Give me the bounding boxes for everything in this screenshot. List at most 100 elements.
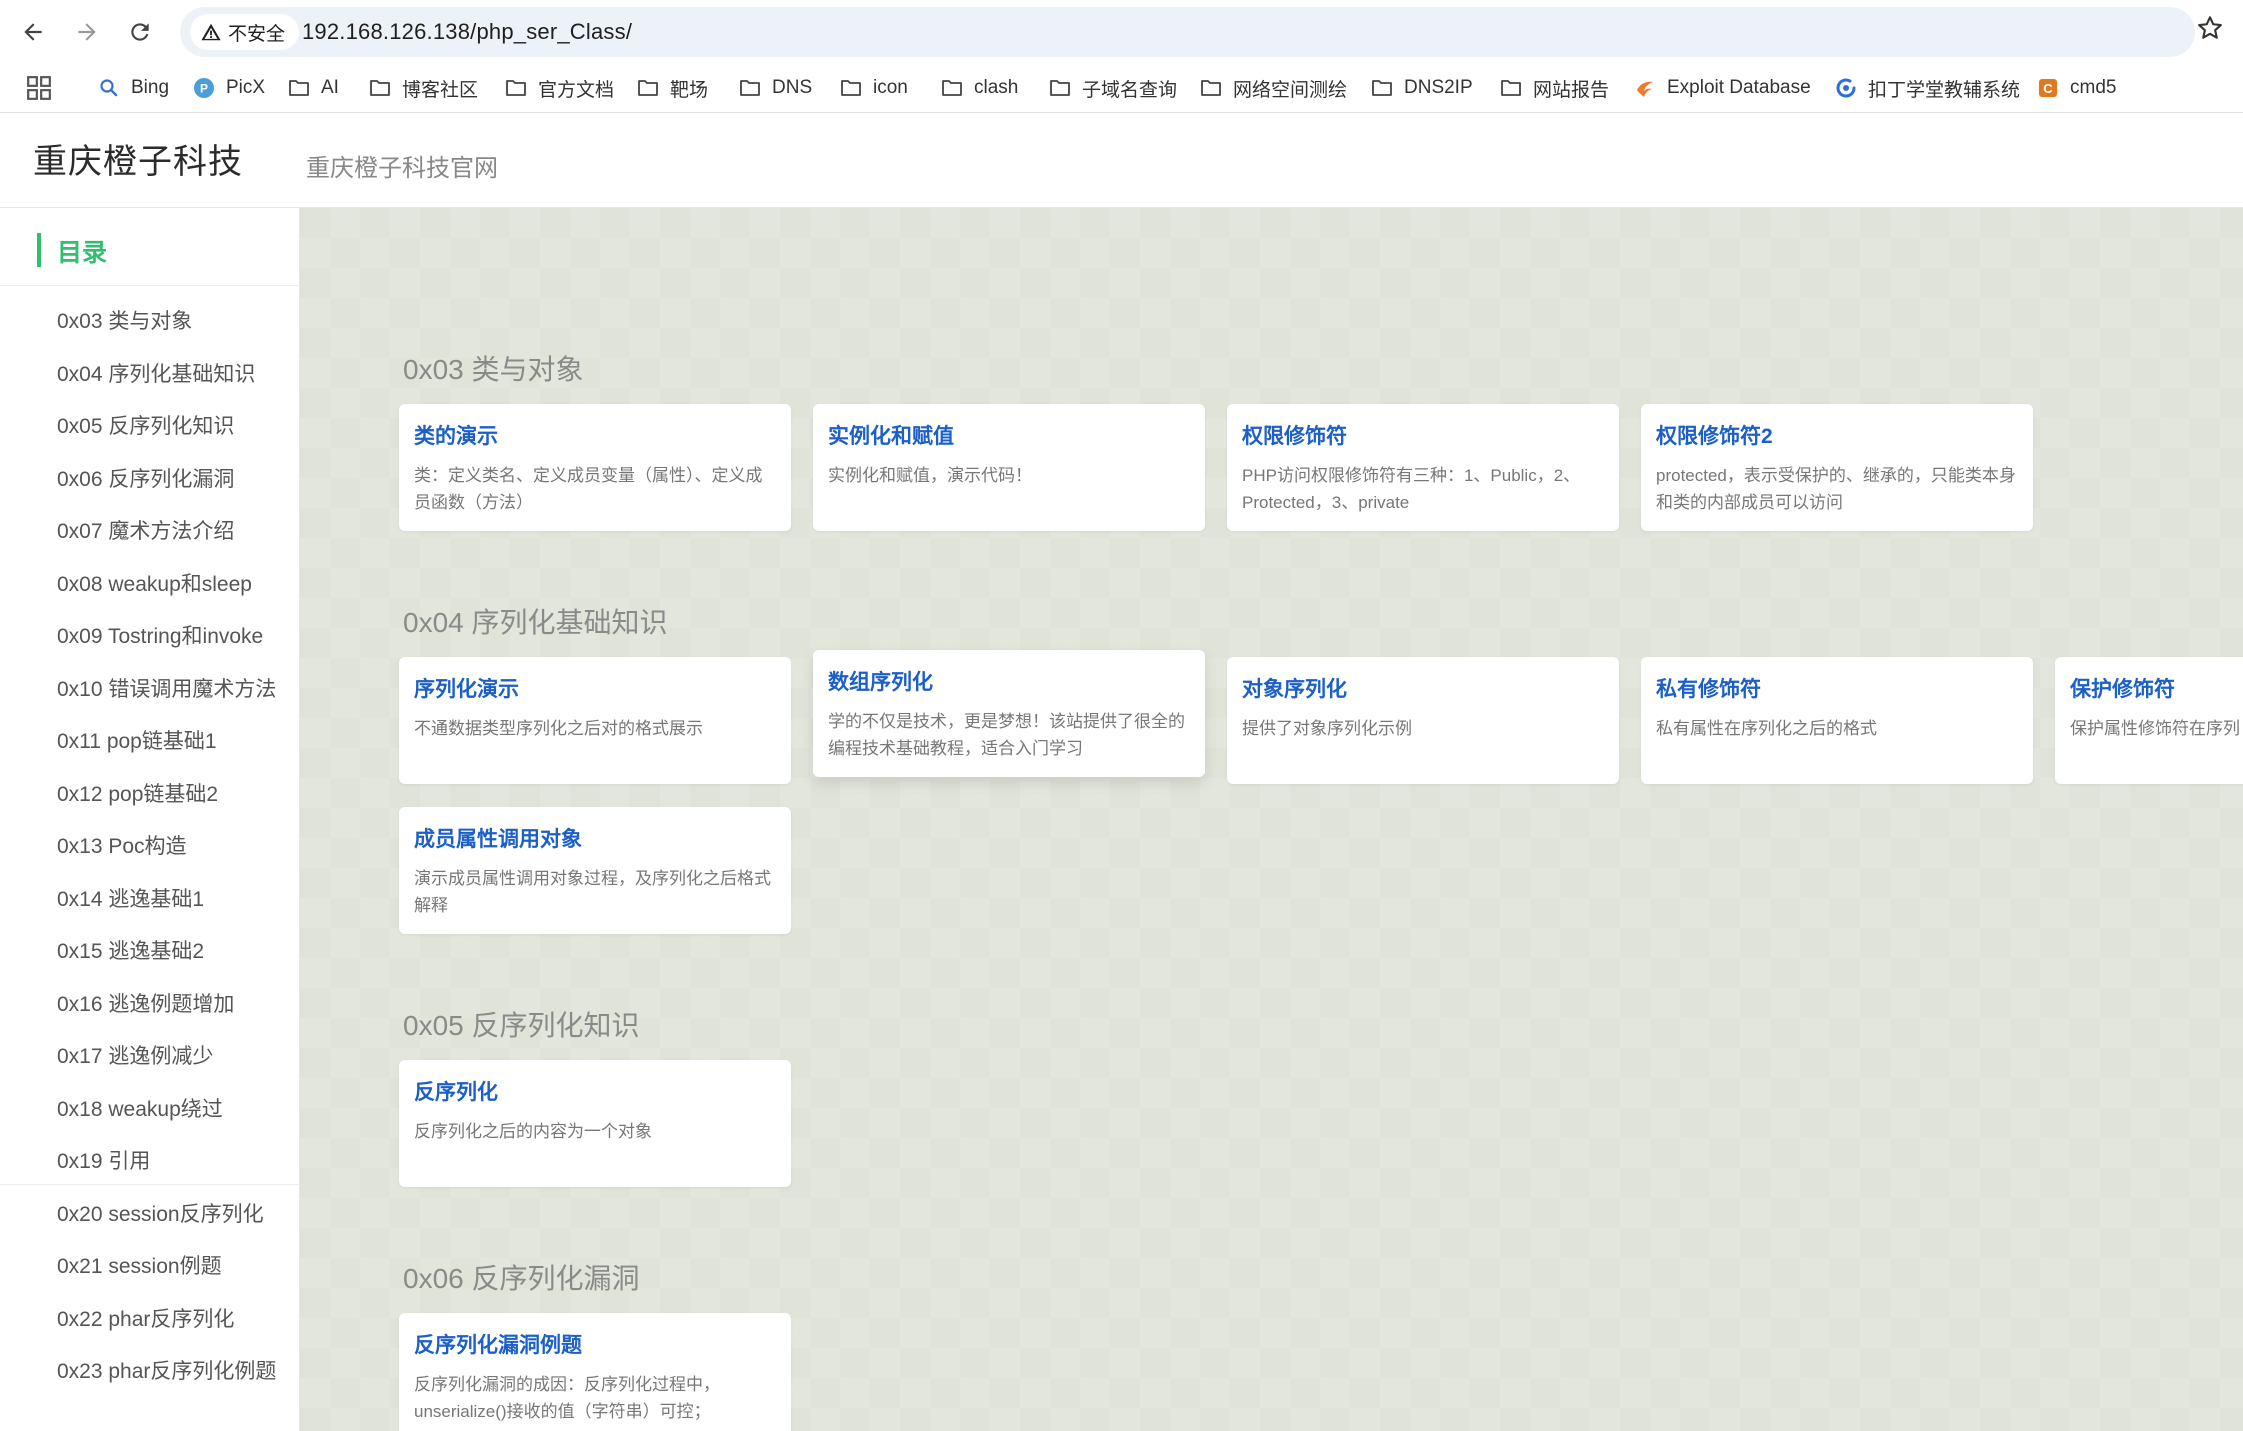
article-card[interactable]: 对象序列化 提供了对象序列化示例: [1227, 657, 1619, 784]
card-title[interactable]: 权限修饰符: [1242, 420, 1347, 450]
toc-item[interactable]: 0x16 逃逸例题增加: [57, 988, 234, 1018]
article-card[interactable]: 实例化和赋值实例化和赋值，演示代码！: [813, 404, 1205, 531]
toc-item[interactable]: 0x09 Tostring和invoke: [57, 620, 263, 650]
warning-icon: [201, 23, 221, 41]
card-description: 实例化和赋值，演示代码！: [828, 466, 1032, 485]
toc-item[interactable]: 0x10 错误调用魔术方法: [57, 673, 276, 703]
cmd5-icon: C: [2036, 76, 2060, 100]
toc-item[interactable]: 0x03 类与对象: [57, 305, 192, 335]
section-title: 0x03 类与对象: [403, 354, 584, 385]
article-card[interactable]: 私有修饰符私有属性在序列化之后的格式: [1641, 657, 2033, 784]
toc-item[interactable]: 0x23 phar反序列化例题: [57, 1355, 276, 1385]
card-title[interactable]: 权限修饰符2: [1656, 420, 1773, 450]
toc-accent-bar: [37, 233, 41, 267]
folder-icon: [504, 76, 528, 100]
toc-item[interactable]: 0x08 weakup和sleep: [57, 568, 252, 598]
card-title[interactable]: 成员属性调用对象: [414, 823, 582, 853]
bookmark-item[interactable]: DNS: [738, 63, 812, 113]
toc-item[interactable]: 0x14 逃逸基础1: [57, 883, 204, 913]
toc-item[interactable]: 0x19 引用: [57, 1145, 150, 1175]
toc-item[interactable]: 0x15 逃逸基础2: [57, 935, 204, 965]
apps-grid-icon[interactable]: [26, 75, 52, 101]
card-description: 学的不仅是技术，更是梦想！该站提供了很全的编程技术基础教程，适合入门学习: [828, 712, 1185, 758]
article-card[interactable]: 权限修饰符2 protected，表示受保护的、继承的，只能类本身和类的内部成员可…: [1641, 404, 2033, 531]
card-description: PHP访问权限修饰符有三种：1、Public，2、Protected，3、pri…: [1242, 466, 1581, 512]
bookmark-item[interactable]: 靶场: [636, 63, 708, 113]
site-tagline[interactable]: 重庆橙子科技官网: [306, 148, 498, 183]
forward-button[interactable]: [67, 12, 107, 52]
search-icon: [97, 76, 121, 100]
section-title: 0x05 反序列化知识: [403, 1010, 640, 1041]
card-title[interactable]: 对象序列化: [1242, 673, 1347, 703]
bookmark-item[interactable]: Exploit Database: [1633, 63, 1811, 113]
bookmark-item[interactable]: DNS2IP: [1370, 63, 1473, 113]
bookmark-item[interactable]: Ccmd5: [2036, 63, 2116, 113]
bookmark-label: 子域名查询: [1082, 79, 1178, 101]
folder-icon: [1199, 76, 1223, 100]
reload-button[interactable]: [120, 12, 160, 52]
card-description: 类：定义类名、定义成员变量（属性）、定义成员函数（方法）: [414, 466, 763, 512]
toc-title: 目录: [57, 239, 108, 267]
card-title[interactable]: 私有修饰符: [1656, 673, 1761, 703]
star-icon: [2198, 16, 2222, 39]
bookmark-item[interactable]: clash: [940, 63, 1018, 113]
toc-sidebar: 目录 0x03 类与对象 0x04 序列化基础知识 0x05 反序列化知识 0x06 …: [0, 208, 300, 1431]
card-title[interactable]: 类的演示: [414, 420, 498, 450]
article-card[interactable]: 类的演示类：定义类名、定义成员变量（属性）、定义成员函数（方法）: [399, 404, 791, 531]
security-chip[interactable]: 不安全: [190, 14, 300, 50]
toc-item[interactable]: 0x07 魔术方法介绍: [57, 515, 234, 545]
article-card[interactable]: 反序列化漏洞例题 反序列化漏洞的成因：反序列化过程中，unserialize()接…: [399, 1313, 791, 1431]
toc-item[interactable]: 0x06 反序列化漏洞: [57, 463, 234, 493]
back-button[interactable]: [13, 12, 53, 52]
article-card[interactable]: 反序列化反序列化之后的内容为一个对象: [399, 1060, 791, 1187]
toc-item[interactable]: 0x21 session例题: [57, 1250, 222, 1280]
article-card[interactable]: 保护修饰符保护属性修饰符在序列: [2055, 657, 2243, 784]
reload-icon: [131, 23, 149, 41]
toc-item[interactable]: 0x22 phar反序列化: [57, 1303, 234, 1333]
toc-item[interactable]: 0x11 pop链基础1: [57, 725, 217, 755]
bookmark-star-button[interactable]: [2196, 14, 2230, 48]
bookmark-item[interactable]: 网站报告: [1499, 63, 1609, 113]
bookmark-item[interactable]: 扣丁学堂教辅系统: [1834, 63, 2020, 113]
article-card[interactable]: 成员属性调用对象 演示成员属性调用对象过程，及序列化之后格式解释: [399, 807, 791, 934]
browser-toolbar: 不安全 192.168.126.138/php_ser_Class/: [0, 0, 2243, 63]
bookmark-item[interactable]: icon: [839, 63, 908, 113]
toc-item[interactable]: 0x12 pop链基础2: [57, 778, 218, 808]
bookmark-item[interactable]: 博客社区: [368, 63, 478, 113]
section-title: 0x06 反序列化漏洞: [403, 1263, 640, 1294]
bookmark-item[interactable]: Bing: [97, 63, 169, 113]
card-title[interactable]: 数组序列化: [828, 666, 933, 696]
picx-icon: P: [192, 76, 216, 100]
toc-item[interactable]: 0x05 反序列化知识: [57, 410, 234, 440]
bookmark-label: Exploit Database: [1667, 77, 1811, 98]
card-title[interactable]: 保护修饰符: [2070, 673, 2175, 703]
bookmark-item[interactable]: 子域名查询: [1048, 63, 1177, 113]
toc-item[interactable]: 0x04 序列化基础知识: [57, 358, 255, 388]
bookmark-label: PicX: [226, 77, 266, 98]
card-description: 私有属性在序列化之后的格式: [1656, 719, 1877, 738]
address-bar[interactable]: 不安全 192.168.126.138/php_ser_Class/: [180, 7, 2195, 57]
article-card[interactable]: 权限修饰符 PHP访问权限修饰符有三种：1、Public，2、Protected，…: [1227, 404, 1619, 531]
bookmark-item[interactable]: 网络空间测绘: [1199, 63, 1347, 113]
toc-item[interactable]: 0x13 Poc构造: [57, 830, 187, 860]
card-description: protected，表示受保护的、继承的，只能类本身和类的内部成员可以访问: [1656, 466, 2016, 512]
card-title[interactable]: 实例化和赋值: [828, 420, 954, 450]
site-brand[interactable]: 重庆橙子科技: [33, 134, 243, 183]
toc-item[interactable]: 0x17 逃逸例减少: [57, 1040, 213, 1070]
bookmark-label: 官方文档: [538, 79, 615, 101]
card-title[interactable]: 反序列化: [414, 1076, 498, 1106]
card-description: 反序列化之后的内容为一个对象: [414, 1122, 652, 1141]
bookmark-item[interactable]: 官方文档: [504, 63, 614, 113]
card-description: 保护属性修饰符在序列: [2070, 719, 2240, 738]
bookmark-item[interactable]: AI: [287, 63, 339, 113]
card-title[interactable]: 序列化演示: [414, 673, 519, 703]
card-title[interactable]: 反序列化漏洞例题: [414, 1329, 582, 1359]
bookmarks-bar: Bing P PicX AI 博客社区 官方文档 靶场 DNS icon clash 子域名查询 网络…: [0, 63, 2243, 113]
toc-item[interactable]: 0x20 session反序列化: [57, 1198, 264, 1228]
article-card[interactable]: 序列化演示 不通数据类型序列化之后对的格式展示: [399, 657, 791, 784]
article-card[interactable]: 数组序列化学的不仅是技术，更是梦想！该站提供了很全的编程技术基础教程，适合入门学…: [813, 650, 1205, 777]
url-text[interactable]: 192.168.126.138/php_ser_Class/: [302, 19, 632, 45]
bookmark-item[interactable]: P PicX: [192, 63, 265, 113]
toc-item[interactable]: 0x18 weakup绕过: [57, 1093, 223, 1123]
bookmark-label: 靶场: [670, 79, 709, 101]
